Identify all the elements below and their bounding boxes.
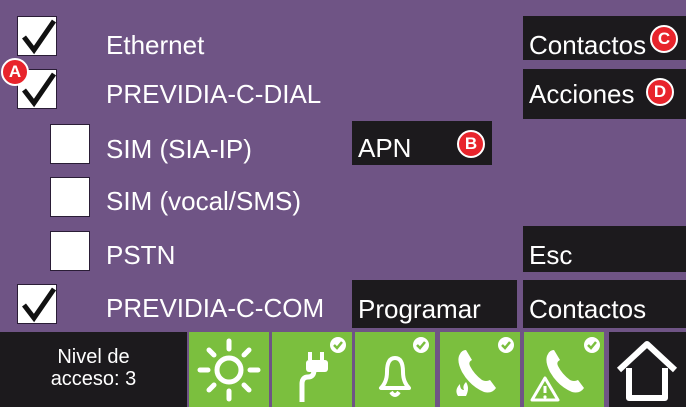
access-level-line1: Nivel de <box>57 346 130 368</box>
badge-a: A <box>1 58 29 86</box>
apn-label: APN <box>358 133 412 163</box>
esc-label: Esc <box>529 240 573 270</box>
programar-button[interactable]: Programar <box>352 280 517 328</box>
previdia-c-com-label: PREVIDIA-C-COM <box>106 293 325 323</box>
acciones-label: Acciones <box>529 79 635 109</box>
access-level-tile[interactable]: Nivel de acceso: 3 <box>0 332 187 407</box>
sun-icon <box>197 338 261 402</box>
contactos-top-label: Contactos <box>529 30 647 60</box>
home-button[interactable] <box>609 332 686 407</box>
pstn-label: PSTN <box>106 240 176 270</box>
contactos-bottom-button[interactable]: Contactos <box>523 280 686 328</box>
access-level-line2: acceso: 3 <box>50 368 137 390</box>
ethernet-label: Ethernet <box>106 30 205 60</box>
sun-tile[interactable] <box>189 332 269 407</box>
ethernet-checkbox[interactable] <box>17 16 57 56</box>
sim-vocal-sms-label: SIM (vocal/SMS) <box>106 186 302 216</box>
contactos-bottom-label: Contactos <box>529 294 647 324</box>
power-tile[interactable] <box>272 332 352 407</box>
pstn-checkbox[interactable] <box>50 231 90 271</box>
fault-call-tile[interactable] <box>524 332 604 407</box>
screen: Ethernet Contactos C PREVIDIA-C-DIAL Acc… <box>0 0 686 407</box>
alarm-tile[interactable] <box>355 332 435 407</box>
checkmark-icon <box>22 287 57 323</box>
phone-warning-icon <box>530 337 600 402</box>
phone-fire-icon <box>456 337 514 396</box>
sim-sia-ip-checkbox[interactable] <box>50 124 90 164</box>
previdia-c-com-checkbox[interactable] <box>17 284 57 324</box>
badge-d: D <box>646 78 674 106</box>
sim-sia-ip-label: SIM (SIA-IP) <box>106 134 252 164</box>
plug-icon <box>299 337 346 402</box>
home-icon <box>616 341 678 401</box>
previdia-c-dial-label: PREVIDIA-C-DIAL <box>106 79 322 109</box>
badge-b: B <box>457 130 485 158</box>
programar-label: Programar <box>358 294 481 324</box>
esc-button[interactable]: Esc <box>523 226 686 272</box>
badge-c: C <box>650 25 678 53</box>
fire-call-tile[interactable] <box>440 332 520 407</box>
bottom-bar: Nivel de acceso: 3 <box>0 332 686 407</box>
checkmark-icon <box>22 19 57 55</box>
sim-vocal-sms-checkbox[interactable] <box>50 177 90 217</box>
bell-icon <box>379 337 429 397</box>
